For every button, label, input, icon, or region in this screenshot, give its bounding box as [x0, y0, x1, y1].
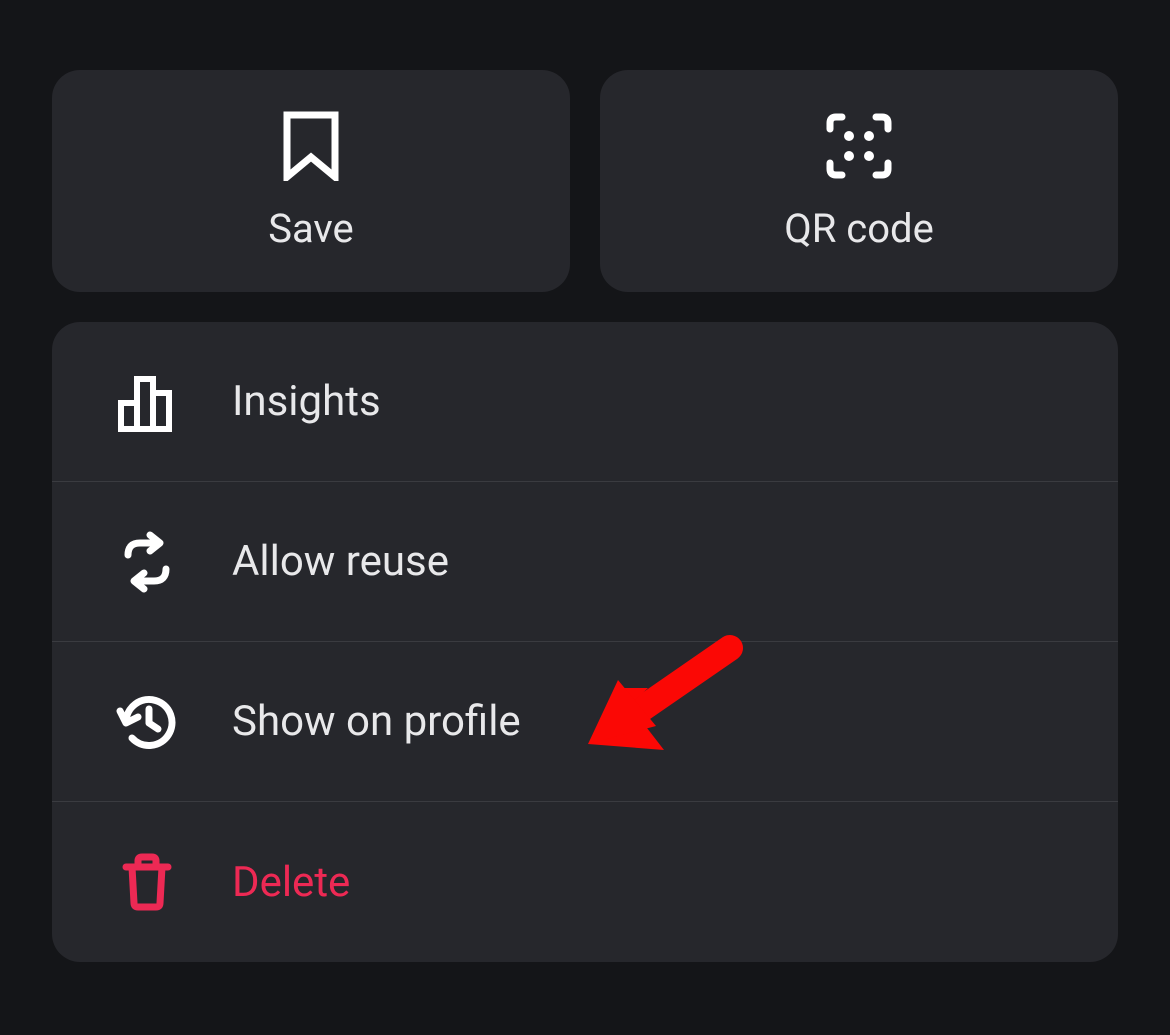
- menu-item-allow-reuse[interactable]: Allow reuse: [52, 482, 1118, 642]
- menu-item-insights[interactable]: Insights: [52, 322, 1118, 482]
- bookmark-icon: [283, 111, 339, 181]
- menu-list: Insights Allow reuse Show on profile: [52, 322, 1118, 962]
- bar-chart-icon: [116, 371, 178, 433]
- top-button-row: Save QR code: [52, 70, 1118, 292]
- save-button[interactable]: Save: [52, 70, 570, 292]
- menu-item-show-on-profile[interactable]: Show on profile: [52, 642, 1118, 802]
- trash-icon: [116, 851, 178, 913]
- menu-item-delete[interactable]: Delete: [52, 802, 1118, 962]
- menu-item-show-on-profile-label: Show on profile: [232, 697, 521, 746]
- menu-item-insights-label: Insights: [232, 377, 381, 426]
- qr-code-icon: [824, 111, 894, 181]
- qr-code-button[interactable]: QR code: [600, 70, 1118, 292]
- save-button-label: Save: [268, 205, 354, 252]
- history-icon: [116, 691, 178, 753]
- menu-item-delete-label: Delete: [232, 858, 350, 907]
- qr-code-button-label: QR code: [784, 205, 934, 252]
- refresh-icon: [116, 531, 178, 593]
- menu-item-allow-reuse-label: Allow reuse: [232, 537, 449, 586]
